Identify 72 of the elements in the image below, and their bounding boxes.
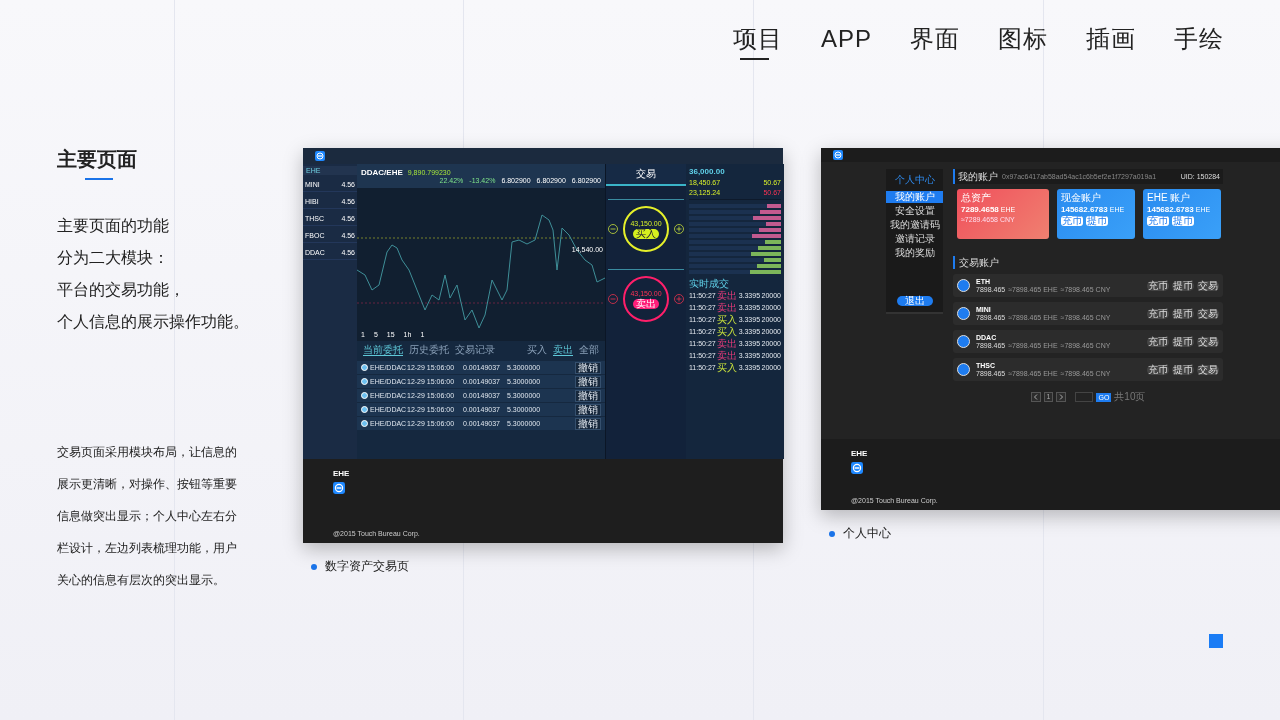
card-title: 现金账户 [1061, 192, 1102, 203]
trade-side: 卖出 [717, 302, 738, 313]
cancel-button[interactable]: 撤销 [575, 417, 601, 430]
menu-title: 个人中心 [893, 173, 936, 187]
buy-button[interactable]: 买入 [633, 228, 659, 239]
nav-link[interactable]: 界面 [910, 22, 960, 60]
intro-text: 平台的交易功能， [57, 280, 186, 300]
pair-name: DDAC/EHE [361, 168, 403, 177]
orders-tab[interactable]: 当前委托 [363, 343, 403, 356]
logout-button[interactable]: 退出 [896, 296, 933, 306]
nav-link[interactable]: 插画 [1086, 22, 1136, 60]
coin-action-button[interactable]: 提币 [1172, 280, 1194, 291]
card-button[interactable]: 充币 [1061, 216, 1083, 226]
menu-item[interactable]: 我的奖励 [886, 247, 943, 259]
cancel-button[interactable]: 撤销 [575, 375, 601, 388]
nav-link[interactable]: 项目 [732, 22, 783, 60]
menu-item[interactable]: 安全设置 [886, 205, 943, 217]
coin-action-button[interactable]: 提币 [1172, 364, 1194, 375]
card-title: EHE 账户 [1147, 192, 1192, 203]
orders-tab[interactable]: 历史委托 [409, 343, 449, 356]
description-text: 交易页面采用模块布局，让信息的展示更清晰，对操作、按钮等重要信息做突出显示；个人中心左右分栏设计，左边列表梳理功能，用户关心的信息有层次的突出显示。 [57, 444, 238, 589]
filter-tab[interactable]: 买入 [527, 343, 547, 356]
orders-tab[interactable]: 交易记录 [455, 343, 495, 356]
section-title: 主要页面 [57, 148, 138, 170]
section-title: 实时成交 [689, 278, 730, 289]
menu-item[interactable]: 邀请记录 [886, 233, 943, 245]
trade-side: 买入 [717, 314, 738, 325]
coin-action-button[interactable]: 提币 [1172, 336, 1194, 347]
card-button[interactable]: 提币 [1172, 216, 1194, 226]
trade-side: 卖出 [717, 350, 738, 361]
page-total: 共10页 [1114, 390, 1146, 404]
cancel-button[interactable]: 撤销 [575, 389, 601, 402]
trade-side: 卖出 [717, 290, 738, 301]
filter-tab[interactable]: 卖出 [553, 343, 573, 356]
card-value: 7289.4658 [961, 205, 999, 214]
nav-link[interactable]: APP [820, 22, 872, 60]
coin-action-button[interactable]: 交易 [1197, 364, 1219, 375]
caption-text: 数字资产交易页 [325, 558, 409, 575]
menu-item[interactable]: 我的账户 [886, 191, 943, 203]
intro-text: 分为二大模块： [57, 248, 170, 268]
card-value: 145682.6783 [1061, 205, 1108, 214]
panel-title: 交易 [606, 164, 686, 186]
footer-brand: EHE [333, 469, 350, 478]
header-title: 我的账户 [958, 169, 998, 184]
coin-action-button[interactable]: 交易 [1197, 308, 1219, 319]
menu-item[interactable]: 我的邀请码 [886, 219, 943, 231]
card-title: 总资产 [961, 192, 992, 203]
intro-text: 主要页面的功能 [57, 216, 170, 236]
trade-side: 卖出 [717, 338, 738, 349]
footer-brand: EHE [851, 449, 868, 458]
cancel-button[interactable]: 撤销 [575, 403, 601, 416]
intro-text: 个人信息的展示操作功能。 [57, 312, 250, 332]
card-button[interactable]: 提币 [1086, 216, 1108, 226]
section-title: 交易账户 [959, 255, 999, 270]
coin-action-button[interactable]: 提币 [1172, 308, 1194, 319]
coin-action-button[interactable]: 交易 [1197, 280, 1219, 291]
coin-action-button[interactable]: 充币 [1147, 336, 1169, 347]
card-value: 145682.6783 [1147, 205, 1194, 214]
coin-action-button[interactable]: 充币 [1147, 308, 1169, 319]
caption-text: 个人中心 [843, 525, 891, 542]
filter-tab[interactable]: 全部 [579, 343, 599, 356]
sell-button[interactable]: 卖出 [633, 298, 659, 309]
cancel-button[interactable]: 撤销 [575, 361, 601, 374]
coin-action-button[interactable]: 充币 [1147, 280, 1169, 291]
nav-link[interactable]: 图标 [998, 22, 1048, 60]
total-assets: 36,000.00 [689, 167, 726, 176]
trade-side: 买入 [717, 362, 738, 373]
coin-action-button[interactable]: 充币 [1147, 364, 1169, 375]
trade-side: 买入 [717, 326, 738, 337]
nav-link[interactable]: 手绘 [1174, 22, 1224, 60]
card-button[interactable]: 充币 [1147, 216, 1169, 226]
coin-action-button[interactable]: 交易 [1197, 336, 1219, 347]
